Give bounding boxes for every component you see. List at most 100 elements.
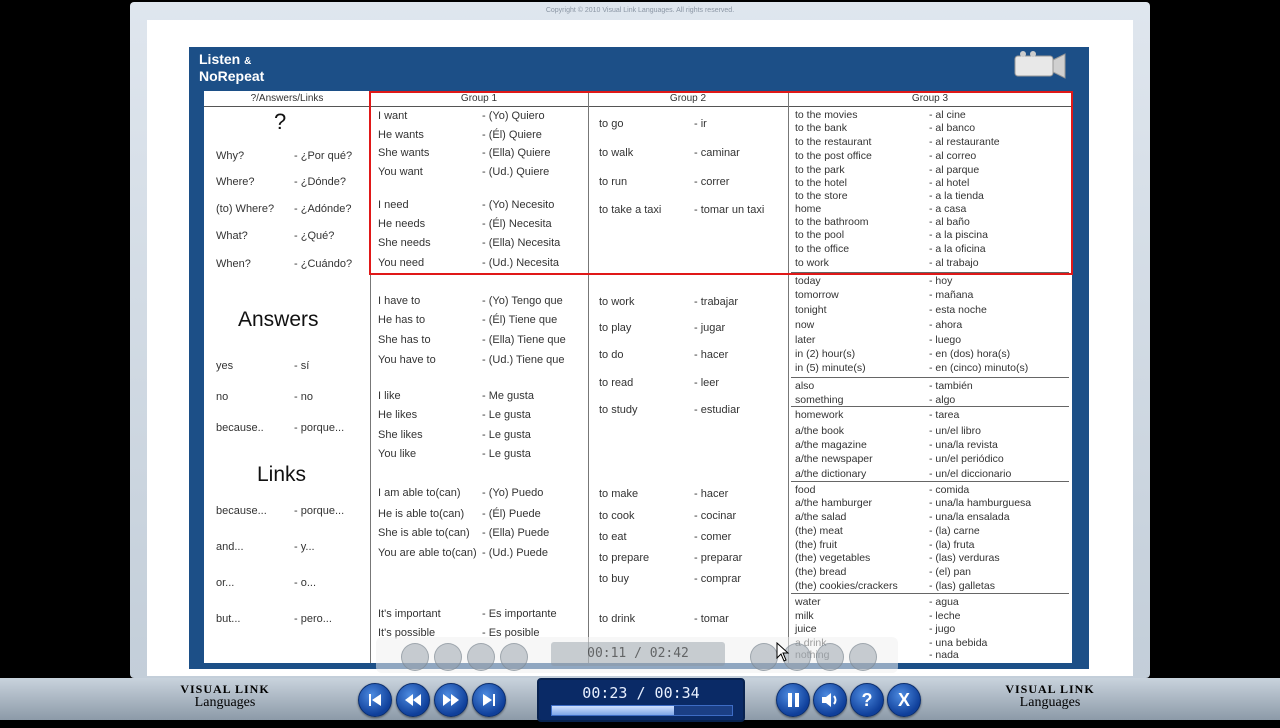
spanish-term: - una bebida: [929, 637, 988, 649]
english-term: yes: [216, 360, 234, 372]
rewind-icon: [405, 694, 421, 706]
group3-separator: [791, 406, 1069, 407]
pause-button[interactable]: [776, 683, 810, 717]
english-term: to prepare: [599, 552, 650, 564]
progress-bar[interactable]: [551, 705, 733, 716]
spanish-term: - comer: [694, 531, 732, 543]
spanish-term: - jugo: [929, 623, 956, 635]
english-term: (the) bread: [795, 566, 847, 578]
english-term: to cook: [599, 510, 635, 522]
rewind-button[interactable]: [396, 683, 430, 717]
lesson-slide: Listen & NoRepeat ?/Answers/Links Group 1…: [189, 47, 1089, 669]
english-term: to make: [599, 488, 639, 500]
skip-forward-button[interactable]: [472, 683, 506, 717]
spanish-term: - Es importante: [482, 608, 557, 620]
app-window: Copyright © 2010 Visual Link Languages. …: [0, 0, 1280, 722]
english-term: Where?: [216, 176, 255, 188]
english-term: to drink: [599, 613, 636, 625]
overlay-prev-button[interactable]: [401, 643, 429, 671]
english-term: You have to: [378, 354, 436, 366]
spanish-term: - porque...: [294, 422, 345, 434]
english-term: later: [795, 334, 816, 346]
spanish-term: - Le gusta: [482, 448, 531, 460]
volume-button[interactable]: [813, 683, 847, 717]
spanish-term: - un/el libro: [929, 425, 981, 437]
answers-title: Answers: [238, 308, 319, 331]
spanish-term: - hacer: [694, 488, 729, 500]
close-button[interactable]: X: [887, 683, 921, 717]
english-term: (the) vegetables: [795, 552, 871, 564]
camera-icon: [1014, 51, 1066, 79]
english-term: something: [795, 394, 844, 406]
fast-forward-icon: [443, 694, 459, 706]
spanish-term: - (Él) Puede: [482, 508, 541, 520]
english-term: to play: [599, 322, 632, 334]
english-term: today: [795, 275, 821, 287]
spanish-term: - leche: [929, 610, 961, 622]
pause-icon: [788, 693, 799, 707]
spanish-term: - agua: [929, 596, 959, 608]
english-term: (the) fruit: [795, 539, 838, 551]
overlay-help-button[interactable]: [816, 643, 844, 671]
help-button[interactable]: ?: [850, 683, 884, 717]
spanish-term: - Le gusta: [482, 429, 531, 441]
time-display: 00:23 / 00:34: [537, 678, 745, 722]
spanish-term: - pero...: [294, 613, 332, 625]
spanish-term: - también: [929, 380, 973, 392]
brand-left-line2: Languages: [194, 695, 256, 710]
spanish-term: - un/el diccionario: [929, 468, 1012, 480]
english-term: a/the book: [795, 425, 845, 437]
overlay-next-button[interactable]: [500, 643, 528, 671]
english-term: a/the hamburger: [795, 497, 873, 509]
english-term: tonight: [795, 304, 827, 316]
overlay-rewind-button[interactable]: [434, 643, 462, 671]
english-term: a/the salad: [795, 511, 847, 523]
english-term: milk: [795, 610, 814, 622]
spanish-term: - nada: [929, 649, 959, 661]
overlay-pause-button[interactable]: [750, 643, 778, 671]
spanish-term: - estudiar: [694, 404, 740, 416]
mouse-cursor-icon: [776, 642, 790, 662]
spanish-term: - comprar: [694, 573, 742, 585]
logo-amp: &: [244, 56, 252, 67]
highlight-box: [369, 91, 1073, 275]
english-term: water: [795, 596, 821, 608]
spanish-term: - (las) verduras: [929, 552, 1000, 564]
english-term: also: [795, 380, 815, 392]
brand-left: VISUAL LINK Languages: [155, 682, 295, 711]
english-term: (the) meat: [795, 525, 843, 537]
fast-forward-button[interactable]: [434, 683, 468, 717]
volume-icon: [822, 693, 837, 707]
spanish-term: - (Ud.) Puede: [482, 547, 549, 559]
spanish-term: - (Yo) Puedo: [482, 487, 544, 499]
english-term: I am able to(can): [378, 487, 461, 499]
skip-back-button[interactable]: [358, 683, 392, 717]
overlay-forward-button[interactable]: [467, 643, 495, 671]
spanish-term: - cocinar: [694, 510, 737, 522]
overlay-close-button[interactable]: [849, 643, 877, 671]
english-term: I like: [378, 390, 401, 402]
spanish-term: - trabajar: [694, 296, 739, 308]
spanish-term: - no: [294, 391, 313, 403]
spanish-term: - ahora: [929, 319, 963, 331]
spanish-term: - (la) carne: [929, 525, 980, 537]
english-term: a/the newspaper: [795, 453, 873, 465]
vocab-table: ?/Answers/Links Group 1 Group 2 Group 3? Why…: [204, 91, 1073, 663]
english-term: (to) Where?: [216, 203, 275, 215]
group3-separator: [791, 377, 1069, 378]
time-readout: 00:23 / 00:34: [582, 684, 700, 702]
english-term: I have to: [378, 295, 421, 307]
spanish-term: - mañana: [929, 289, 974, 301]
spanish-term: - Me gusta: [482, 390, 534, 402]
english-term: and...: [216, 541, 244, 553]
spanish-term: - preparar: [694, 552, 743, 564]
spanish-term: - algo: [929, 394, 956, 406]
listen-norepeat-logo: Listen & NoRepeat: [199, 52, 264, 83]
spanish-term: - una/la revista: [929, 439, 998, 451]
spanish-term: - jugar: [694, 322, 726, 334]
english-term: because..: [216, 422, 264, 434]
skip-forward-icon: [483, 694, 495, 706]
english-term: but...: [216, 613, 241, 625]
spanish-term: - y...: [294, 541, 315, 553]
english-term: What?: [216, 230, 248, 242]
